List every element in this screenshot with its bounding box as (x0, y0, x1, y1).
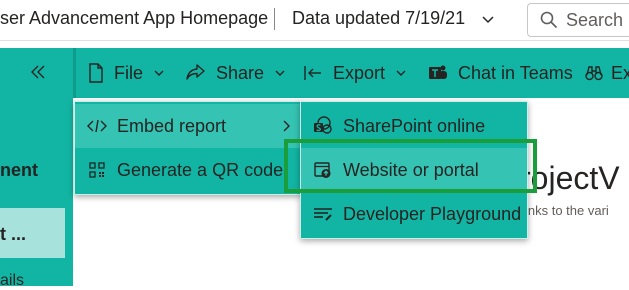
file-menu-button[interactable]: File (88, 62, 165, 84)
chevron-down-icon (482, 15, 494, 23)
command-toolbar: File Share Export Chat in Teams Ex (73, 48, 629, 98)
export-label: Export (333, 62, 386, 83)
leftnav-item-selected-label: t ... (0, 224, 26, 244)
chat-in-teams-label: Chat in Teams (458, 62, 573, 83)
search-input[interactable] (566, 9, 629, 31)
menu-item-label: Generate a QR code (117, 159, 284, 180)
search-box[interactable] (527, 3, 629, 37)
share-label: Share (216, 62, 265, 83)
menu-item-embed-report[interactable]: Embed report (75, 104, 301, 148)
chevron-down-icon (396, 70, 406, 76)
chevron-right-icon (283, 120, 290, 132)
developer-playground-icon (313, 204, 333, 224)
top-header-bar: ser Advancement App Homepage Data update… (0, 0, 629, 41)
teams-icon (429, 65, 447, 79)
leftnav-heading: nent (0, 160, 38, 180)
search-icon (540, 11, 558, 29)
sharepoint-icon (313, 116, 333, 136)
code-icon (87, 116, 107, 136)
share-menu-button[interactable]: Share (186, 62, 286, 84)
chat-in-teams-button[interactable]: Chat in Teams (428, 62, 573, 84)
file-icon (89, 63, 103, 83)
export-icon (304, 66, 321, 80)
qr-code-icon (87, 160, 107, 180)
file-label: File (114, 62, 144, 83)
menu-item-label: Developer Playground (343, 203, 522, 224)
chevron-down-icon (154, 70, 164, 76)
file-dropdown-menu: Embed report Generate a QR code (74, 101, 302, 195)
export-menu-button[interactable]: Export (303, 62, 407, 84)
leftnav-item-selected[interactable]: t ... (0, 208, 65, 258)
highlight-annotation-box (284, 139, 537, 193)
collapse-pane-icon[interactable] (28, 62, 48, 82)
explore-button[interactable]: Ex (585, 62, 629, 84)
data-updated-label: Data updated 7/19/21 (292, 8, 466, 28)
menu-item-label: SharePoint online (343, 115, 486, 136)
binoculars-icon (585, 66, 603, 81)
app-title: ser Advancement App Homepage (0, 8, 269, 28)
data-updated-dropdown[interactable]: Data updated 7/19/21 (292, 8, 495, 29)
menu-item-developer-playground[interactable]: Developer Playground (301, 192, 527, 236)
share-icon (186, 64, 205, 80)
header-divider (274, 8, 275, 30)
menu-item-generate-qr-code[interactable]: Generate a QR code (75, 148, 301, 192)
chevron-down-icon (275, 70, 285, 76)
menu-item-label: Embed report (117, 115, 227, 136)
explore-label: Ex (611, 62, 629, 83)
leftnav-item[interactable]: ails (0, 272, 24, 290)
